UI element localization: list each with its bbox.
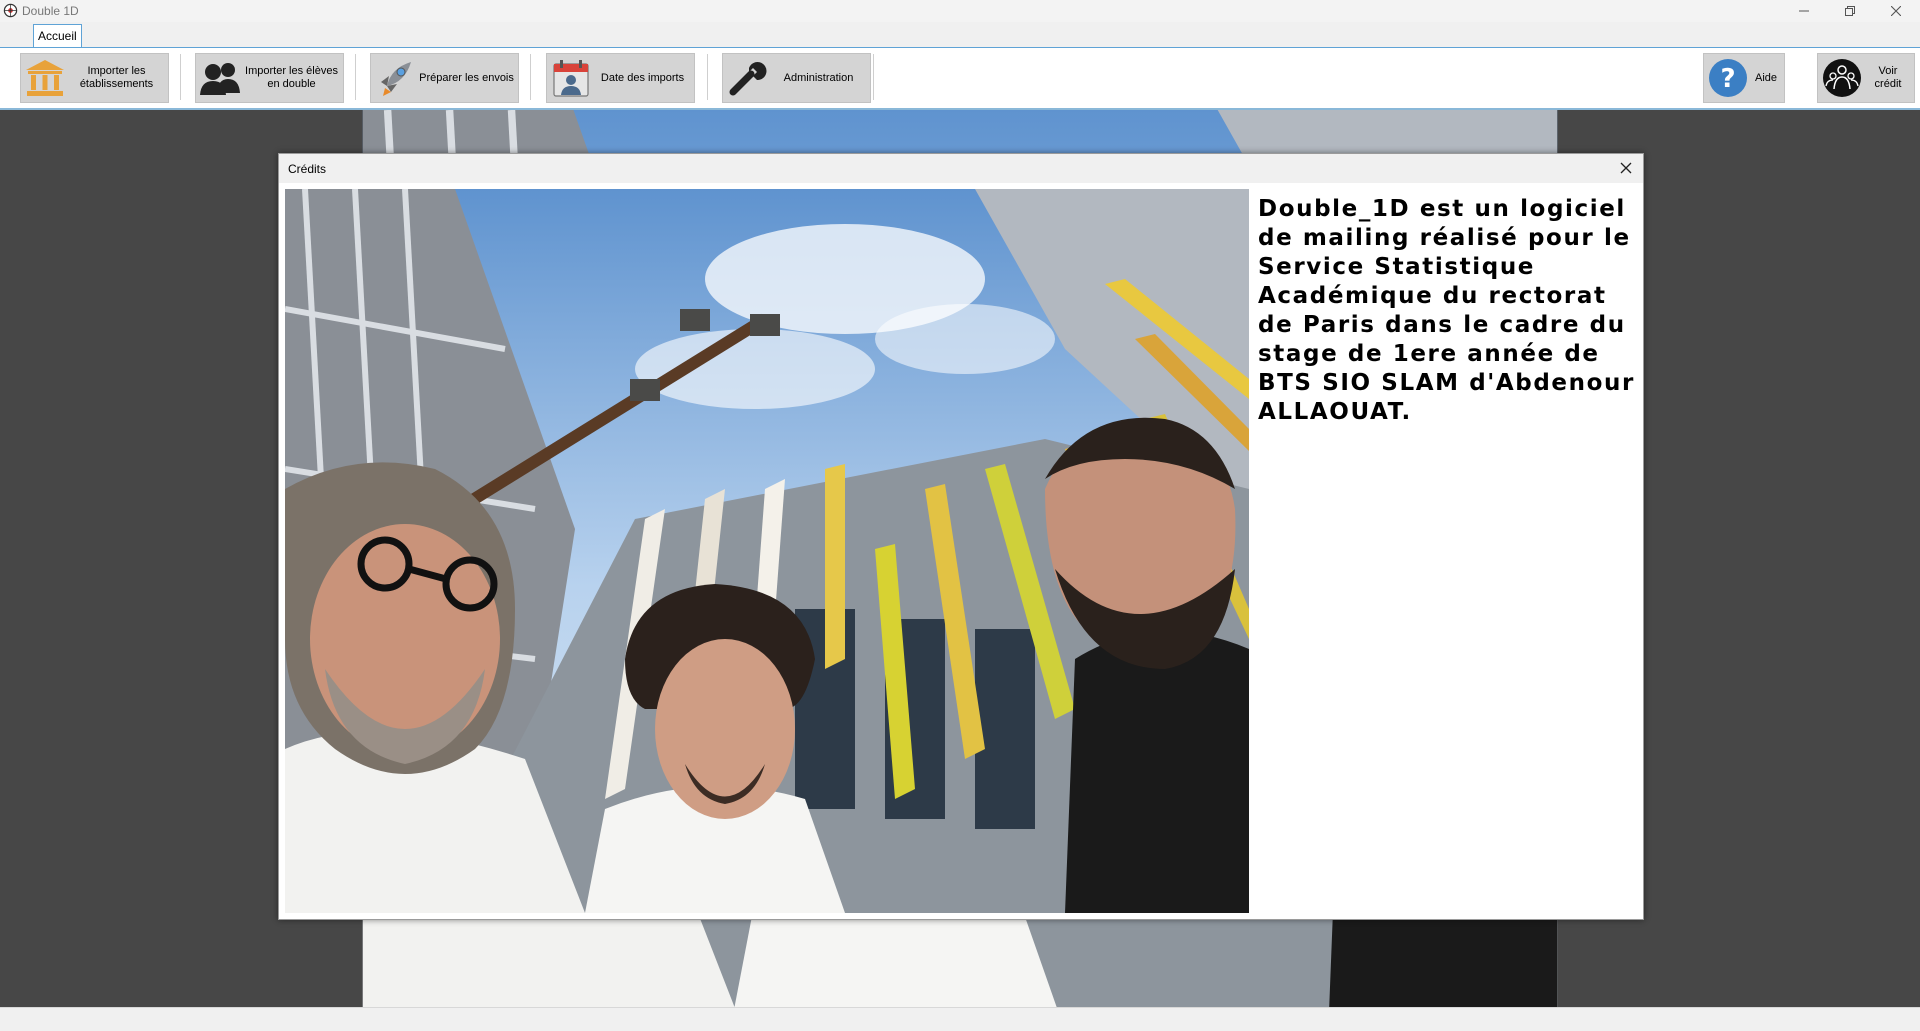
prepare-sending-button[interactable]: Préparer les envois	[370, 53, 519, 103]
status-bar	[0, 1007, 1920, 1031]
minimize-button[interactable]	[1781, 0, 1827, 22]
prepare-sending-label: Préparer les envois	[419, 71, 514, 84]
view-credits-label: Voir crédit	[1874, 65, 1902, 90]
toolbar-separator	[530, 54, 531, 100]
team-icon	[1823, 59, 1861, 97]
team-photo	[285, 189, 1249, 913]
toolbar-separator	[707, 54, 708, 100]
ribbon-tab-row: Accueil	[0, 22, 1920, 48]
import-students-label-line2: en double	[267, 78, 316, 90]
rocket-icon	[381, 62, 411, 96]
app-icon	[3, 3, 18, 18]
import-establishments-label-line1: Importer les	[87, 65, 146, 77]
view-credits-button[interactable]: Voir crédit	[1817, 53, 1915, 103]
dialog-title-bar: Crédits	[279, 154, 1643, 183]
tab-accueil[interactable]: Accueil	[33, 24, 82, 47]
dialog-title: Crédits	[288, 162, 327, 176]
administration-button[interactable]: Administration	[722, 53, 871, 103]
title-bar: Double 1D	[0, 0, 1920, 22]
window-title: Double 1D	[22, 4, 79, 18]
calendar-user-icon	[553, 60, 589, 97]
credits-dialog: Crédits Double_1D est un logiciel de mai…	[278, 153, 1644, 920]
credits-text: Double_1D est un logiciel de mailing réa…	[1258, 196, 1635, 425]
import-dates-button[interactable]: Date des imports	[546, 53, 695, 103]
question-icon: ?	[1709, 59, 1747, 97]
administration-label: Administration	[783, 71, 854, 84]
restore-button[interactable]	[1827, 0, 1873, 22]
dialog-close-button[interactable]	[1615, 157, 1637, 179]
toolbar-separator	[180, 54, 181, 100]
help-label: Aide	[1754, 71, 1778, 84]
close-icon	[1620, 162, 1632, 174]
import-students-label-line1: Importer les élèves	[245, 65, 338, 77]
toolbar-separator	[873, 54, 874, 100]
svg-text:?: ?	[1720, 64, 1735, 94]
import-dates-label: Date des imports	[600, 71, 685, 84]
ribbon-toolbar: Importer les établissements Importer les …	[0, 48, 1920, 110]
toolbar-separator	[355, 54, 356, 100]
import-establishments-label-line2: établissements	[79, 78, 154, 90]
import-establishments-button[interactable]: Importer les établissements	[20, 53, 169, 103]
close-button[interactable]	[1873, 0, 1919, 22]
users-icon	[200, 63, 240, 95]
restore-icon	[1845, 6, 1855, 16]
bank-icon	[26, 60, 64, 96]
minimize-icon	[1799, 10, 1809, 12]
close-icon	[1891, 6, 1901, 16]
help-button[interactable]: ? Aide	[1703, 53, 1785, 103]
import-duplicate-students-button[interactable]: Importer les élèves en double	[195, 53, 344, 103]
wrench-icon	[729, 62, 767, 96]
